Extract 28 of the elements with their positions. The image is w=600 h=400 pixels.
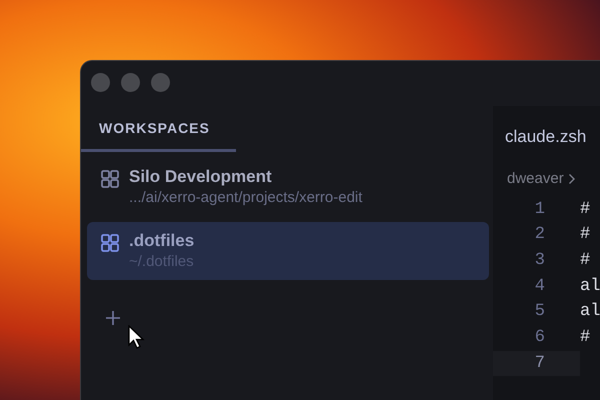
workspace-name: .dotfiles bbox=[129, 230, 194, 252]
mouse-pointer-icon bbox=[128, 325, 145, 350]
line-number: 4 bbox=[534, 276, 545, 298]
workspace-item[interactable]: Silo Development .../ai/xerro-agent/projects/xerro-edit bbox=[87, 158, 489, 216]
window-close-button[interactable] bbox=[91, 72, 110, 92]
line-number: 3 bbox=[534, 250, 545, 272]
code-line: # bbox=[579, 327, 590, 350]
window-minimize-button[interactable] bbox=[121, 72, 140, 92]
line-number: 5 bbox=[534, 301, 545, 324]
code-line: # bbox=[579, 198, 590, 221]
code-line: al bbox=[579, 301, 600, 324]
window-zoom-button[interactable] bbox=[151, 72, 170, 92]
breadcrumb-item[interactable]: dweaver bbox=[507, 168, 564, 190]
line-number: 2 bbox=[534, 224, 545, 246]
workspace-path: .../ai/xerro-agent/projects/xerro-edit bbox=[129, 188, 362, 208]
workspaces-tab[interactable]: WORKSPACES bbox=[81, 103, 236, 152]
code-line: al bbox=[579, 276, 600, 298]
file-tab[interactable]: claude.zsh bbox=[493, 124, 586, 150]
grid-icon bbox=[101, 170, 119, 188]
grid-icon bbox=[101, 234, 119, 252]
chevron-right-icon bbox=[568, 173, 576, 186]
current-line-number: 7 bbox=[493, 350, 580, 376]
line-number: 6 bbox=[534, 327, 545, 350]
code-line: # bbox=[579, 250, 590, 272]
code-line: # bbox=[579, 224, 590, 246]
add-icon[interactable] bbox=[105, 310, 121, 326]
workspace-name: Silo Development bbox=[129, 166, 273, 188]
line-number: 1 bbox=[534, 198, 545, 221]
